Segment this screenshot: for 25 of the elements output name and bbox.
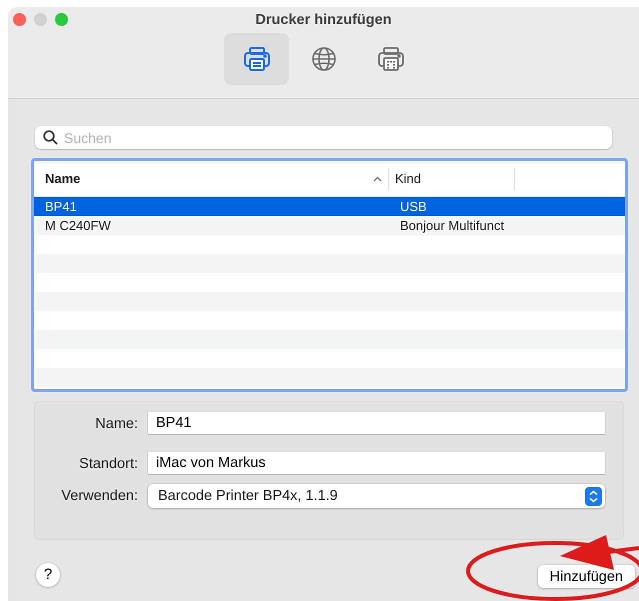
- table-row[interactable]: M C240FW Bonjour Multifunct: [34, 216, 625, 235]
- table-cell-text: USB: [399, 199, 427, 214]
- field-label: Name:: [94, 414, 139, 434]
- search-icon: [43, 130, 58, 145]
- input-field[interactable]: iMac von Markus: [148, 452, 605, 474]
- window-title: Drucker hinzufügen: [255, 12, 392, 28]
- help-button[interactable]: ?: [36, 562, 60, 586]
- column-header[interactable]: Name: [34, 168, 389, 190]
- globe-icon: [310, 46, 336, 72]
- toolbar-tab[interactable]: [224, 33, 289, 85]
- column-header[interactable]: Kind: [389, 168, 515, 190]
- table-cell-text: BP41: [44, 199, 78, 214]
- table-row[interactable]: BP41 USB: [34, 197, 625, 216]
- field-label: Standort:: [78, 454, 139, 474]
- search-field[interactable]: Suchen: [35, 126, 612, 149]
- close-button[interactable]: [13, 13, 26, 26]
- stepper-icon: [585, 486, 602, 506]
- field-label: Verwenden:: [60, 486, 139, 506]
- printer-icon: [376, 46, 404, 72]
- table-cell-text: M C240FW: [44, 218, 112, 233]
- add-button[interactable]: Hinzufügen: [538, 565, 635, 588]
- table-cell-text: Bonjour Multifunct: [399, 218, 504, 233]
- printer-icon: [242, 46, 270, 72]
- input-field[interactable]: BP41: [148, 412, 605, 434]
- driver-popup[interactable]: Barcode Printer BP4x, 1.1.9: [148, 484, 605, 508]
